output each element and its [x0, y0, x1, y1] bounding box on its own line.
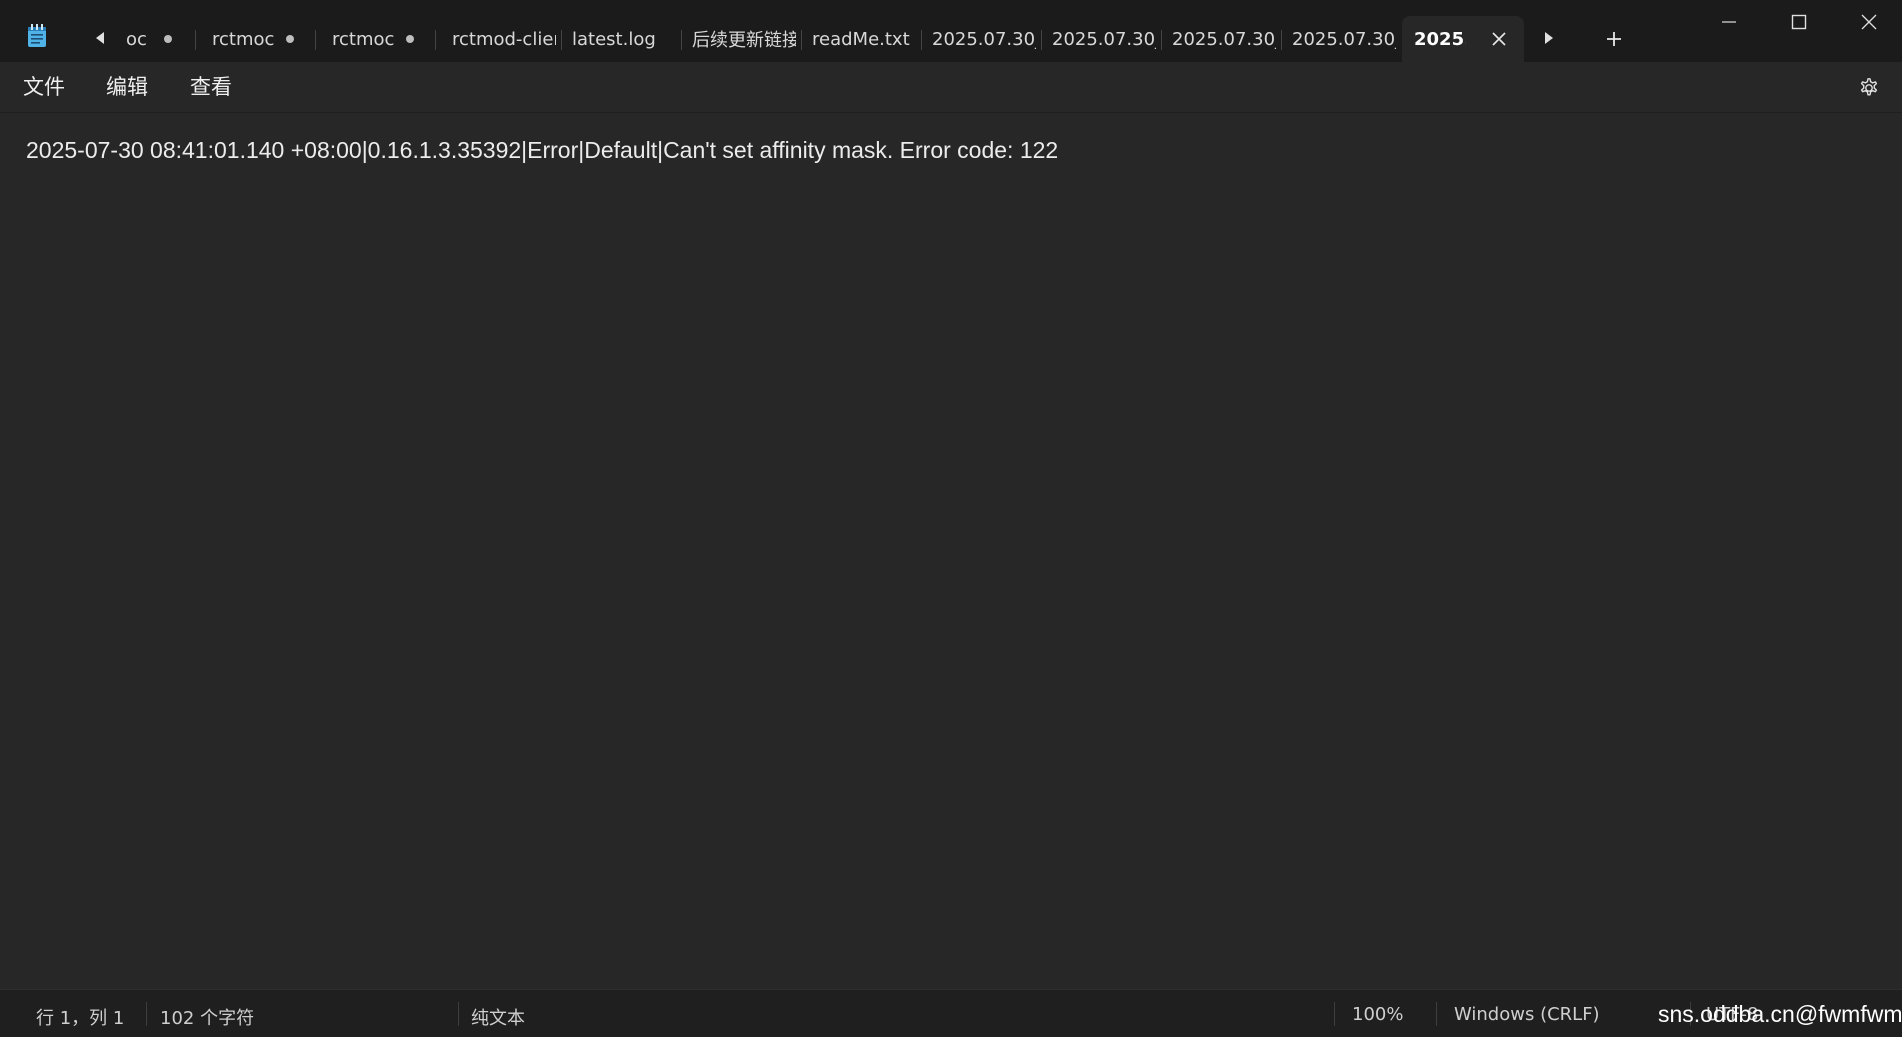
notepad-window: oc rctmoc rctmoc rctmod-clien latest.log [0, 0, 1902, 1037]
tab-label: readMe.txt [812, 28, 910, 50]
text-editor[interactable]: 2025-07-30 08:41:01.140 +08:00|0.16.1.3.… [0, 113, 1902, 989]
tab-divider [1281, 30, 1282, 50]
tab[interactable]: 2025.07.30_C [1172, 16, 1282, 62]
unsaved-dot-icon [406, 35, 414, 43]
tab-active[interactable]: 2025. [1402, 16, 1524, 62]
tab-label: rctmod-clien [452, 28, 556, 50]
tab[interactable]: 2025.07.30_C [1292, 16, 1402, 62]
status-divider [458, 1002, 459, 1026]
tab[interactable]: readMe.txt [812, 16, 922, 62]
tab[interactable]: oc [126, 16, 196, 62]
tab-label: 2025.07.30_C [1292, 28, 1396, 50]
tab-divider [315, 30, 316, 50]
menu-bar: 文件 编辑 查看 [0, 62, 1902, 113]
status-divider [1334, 1002, 1335, 1026]
zoom-level[interactable]: 100% [1352, 1004, 1403, 1025]
maximize-icon[interactable] [1764, 0, 1834, 44]
tab-divider [1161, 30, 1162, 50]
tab-label: rctmoc [212, 28, 274, 50]
tab[interactable]: rctmoc [332, 16, 436, 62]
close-icon[interactable] [1490, 30, 1508, 48]
caret-right-icon[interactable] [1539, 27, 1559, 49]
cursor-position[interactable]: 行 1，列 1 [36, 1004, 124, 1030]
tab[interactable]: 2025.07.30_C [932, 16, 1042, 62]
plus-icon[interactable] [1601, 26, 1627, 52]
tab-label: rctmoc [332, 28, 394, 50]
tab-label: 2025.07.30_C [932, 28, 1036, 50]
tab-label: 2025. [1414, 28, 1466, 50]
tab[interactable]: latest.log [572, 16, 682, 62]
unsaved-dot-icon [164, 35, 172, 43]
tab-divider [1041, 30, 1042, 50]
caret-left-icon[interactable] [90, 27, 110, 49]
tab-divider [195, 30, 196, 50]
unsaved-dot-icon [286, 35, 294, 43]
title-bar: oc rctmoc rctmoc rctmod-clien latest.log [0, 0, 1902, 62]
notepad-icon [26, 24, 48, 48]
tab-divider [435, 30, 436, 50]
menu-edit[interactable]: 编辑 [106, 72, 148, 102]
menu-view[interactable]: 查看 [190, 72, 232, 102]
character-count: 102 个字符 [160, 1008, 255, 1029]
tab-label: oc [126, 28, 147, 50]
tab-divider [921, 30, 922, 50]
status-divider [146, 1002, 147, 1026]
tab-label: 2025.07.30_C [1172, 28, 1276, 50]
tab[interactable]: 后续更新链接 [692, 16, 802, 62]
menu-file[interactable]: 文件 [23, 72, 65, 102]
gear-icon[interactable] [1855, 74, 1883, 102]
status-bar: 行 1，列 1 102 个字符 纯文本 100% Windows (CRLF) … [0, 989, 1902, 1037]
tab-label: latest.log [572, 28, 656, 50]
tab-label: 2025.07.30_C [1052, 28, 1156, 50]
tab-divider [561, 30, 562, 50]
tab[interactable]: 2025.07.30_C [1052, 16, 1162, 62]
line-ending[interactable]: Windows (CRLF) [1454, 1004, 1600, 1025]
minimize-icon[interactable] [1694, 0, 1764, 44]
tab[interactable]: rctmoc [212, 16, 316, 62]
tab-divider [681, 30, 682, 50]
tab-label: 后续更新链接 [692, 30, 796, 51]
file-format[interactable]: 纯文本 [471, 1004, 525, 1030]
tab-divider [801, 30, 802, 50]
tab[interactable]: rctmod-clien [452, 16, 562, 62]
status-divider [1436, 1002, 1437, 1026]
close-icon[interactable] [1834, 0, 1902, 44]
watermark-text: sns.oddba.cn@fwmfwm [1658, 1001, 1902, 1027]
editor-line: 2025-07-30 08:41:01.140 +08:00|0.16.1.3.… [26, 137, 1059, 163]
